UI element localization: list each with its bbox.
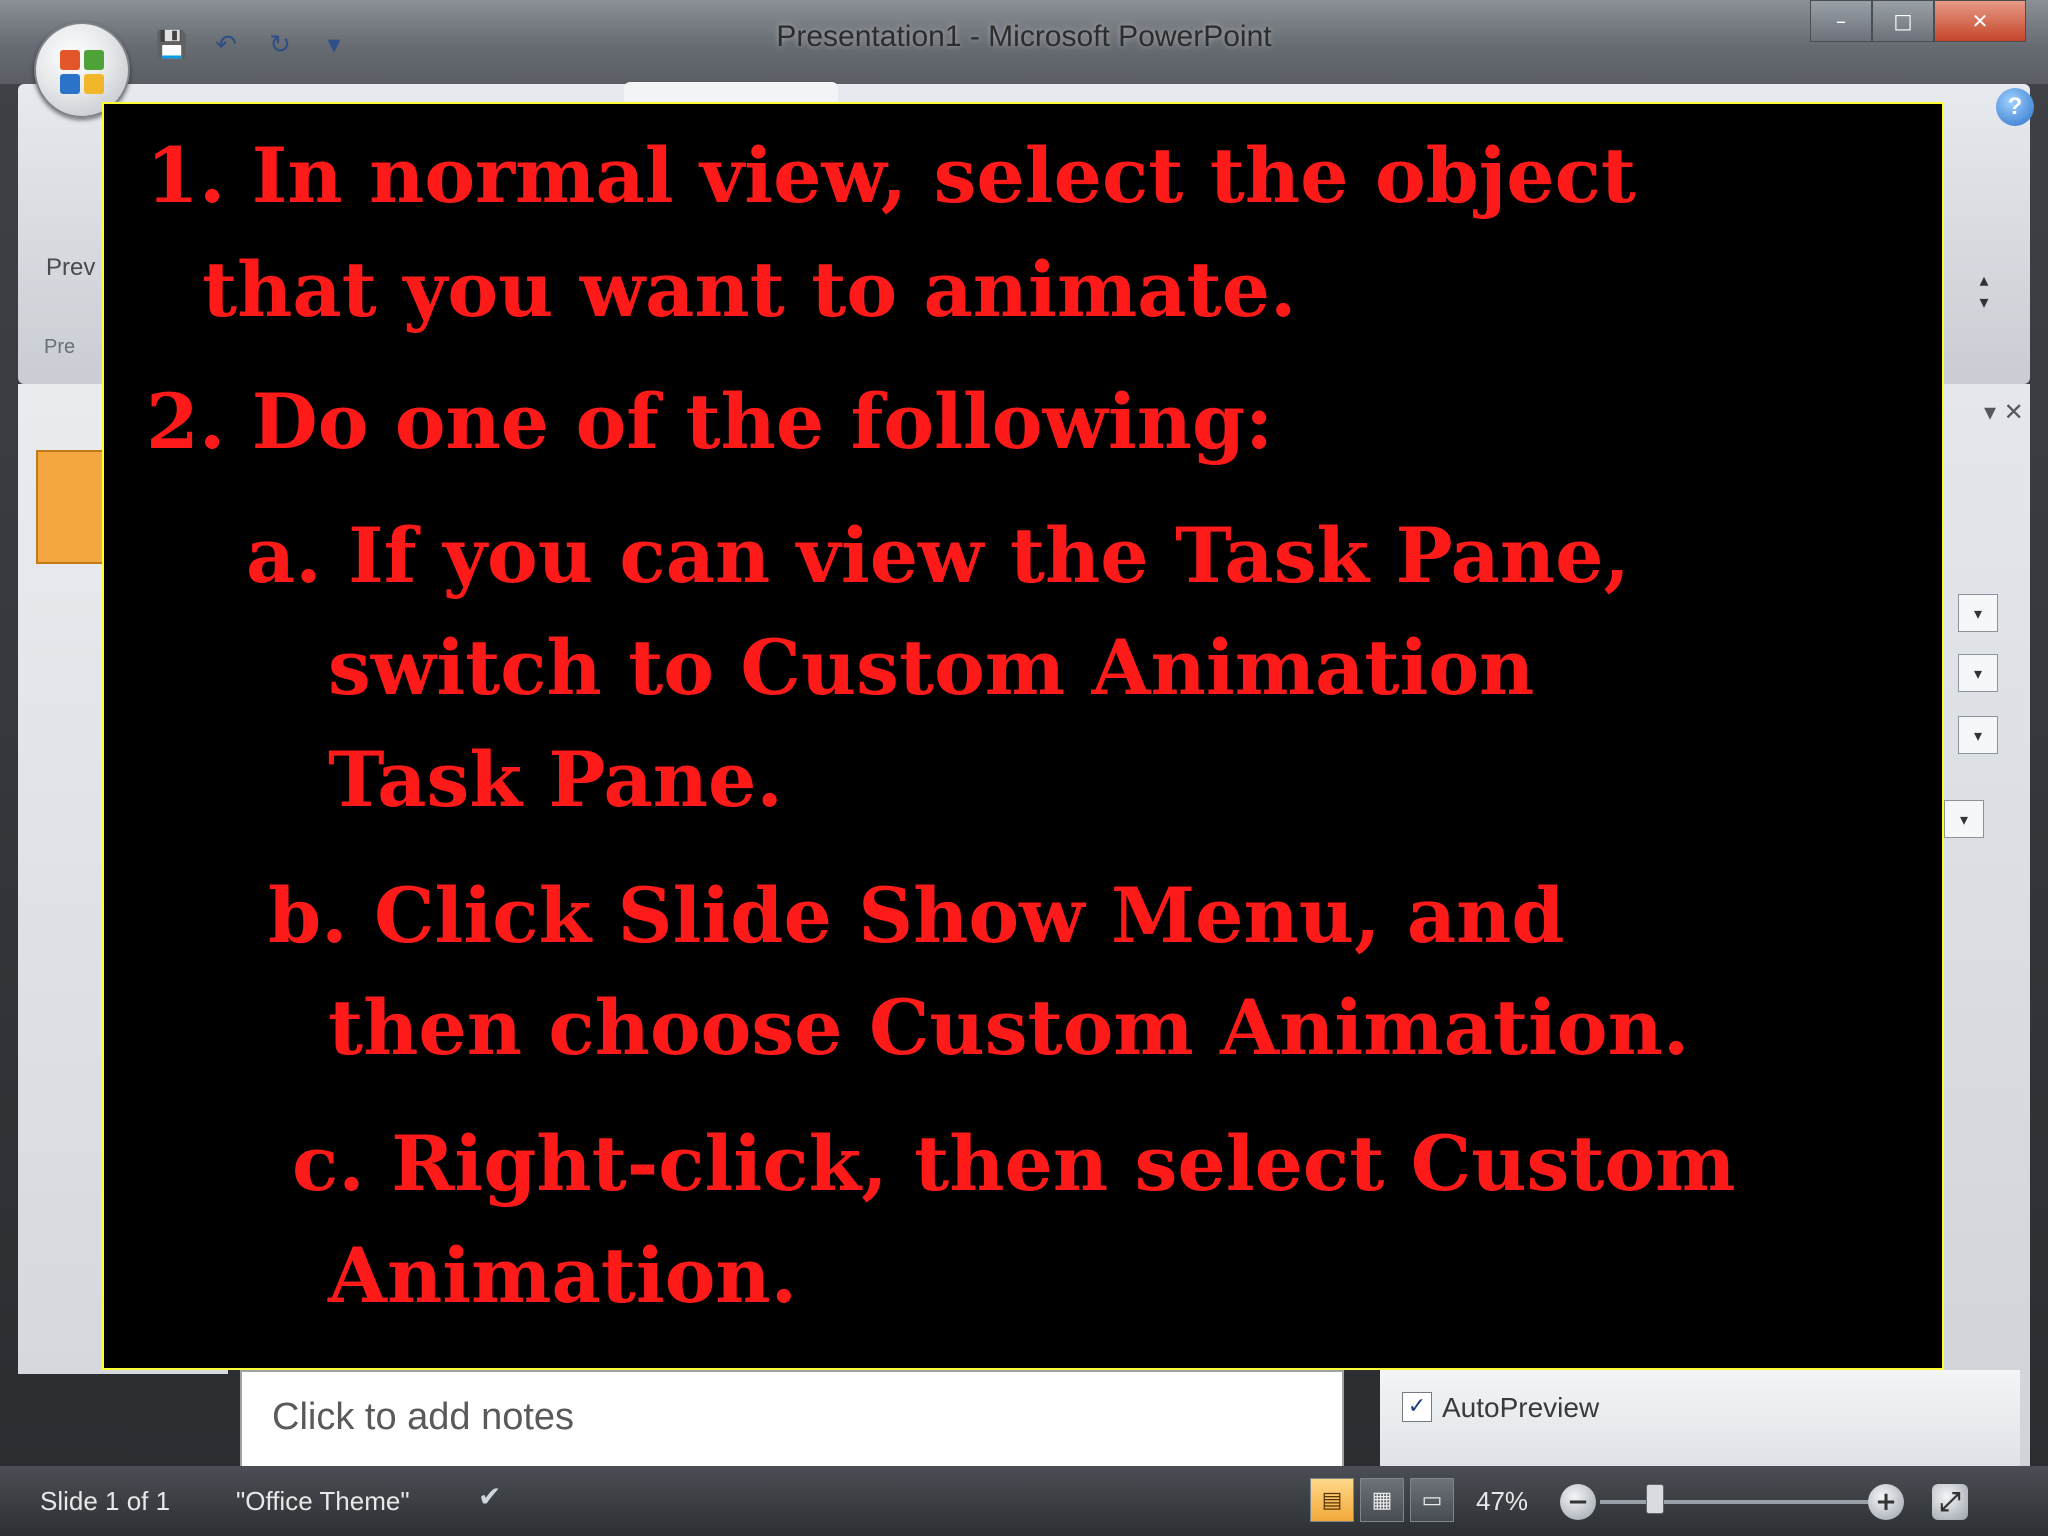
autopreview-label: AutoPreview (1442, 1392, 1600, 1423)
save-icon[interactable]: 💾 (152, 25, 192, 65)
step-2a-line-3: Task Pane. (328, 735, 783, 824)
redo-icon[interactable]: ↻ (260, 25, 300, 65)
pane-close-icon[interactable]: ▾ ✕ (1984, 398, 2024, 426)
speed-dropdown[interactable]: ▾ (1958, 716, 1998, 754)
step-2c-line-1: c. Right-click, then select Custom (292, 1119, 1736, 1208)
preview-button[interactable]: Prev (46, 254, 95, 282)
zoom-level[interactable]: 47% (1476, 1486, 1528, 1517)
step-2b-line-2: then choose Custom Animation. (328, 983, 1690, 1072)
zoom-slider-track[interactable] (1600, 1500, 1900, 1504)
normal-view-button[interactable]: ▤ (1310, 1478, 1354, 1522)
zoom-in-button[interactable]: + (1868, 1484, 1904, 1520)
notes-pane[interactable]: Click to add notes (240, 1370, 1344, 1470)
slide-thumbnail[interactable] (36, 450, 110, 564)
window-controls: – □ ✕ (1810, 0, 2026, 42)
property-dropdown[interactable]: ▾ (1958, 654, 1998, 692)
step-1-line-1: 1. In normal view, select the object (146, 131, 1637, 220)
slide-sorter-button[interactable]: ▦ (1360, 1478, 1404, 1522)
step-2-line: 2. Do one of the following: (146, 377, 1274, 466)
step-2b-line-1: b. Click Slide Show Menu, and (268, 871, 1565, 960)
fit-to-window-icon[interactable]: ⤢ (1932, 1484, 1968, 1520)
maximize-button[interactable]: □ (1872, 0, 1934, 42)
quick-access-toolbar: 💾 ↶ ↻ ▾ (152, 20, 354, 70)
theme-name[interactable]: "Office Theme" (236, 1486, 410, 1517)
title-bar: Presentation1 - Microsoft PowerPoint 💾 ↶… (0, 0, 2048, 84)
slide-show-button[interactable]: ▭ (1410, 1478, 1454, 1522)
ribbon-group-label: Pre (44, 336, 76, 358)
step-1-line-2: that you want to animate. (202, 245, 1297, 334)
custom-animation-pane (1940, 384, 2030, 1484)
step-2a-line-1: a. If you can view the Task Pane, (246, 511, 1630, 600)
start-dropdown[interactable]: ▾ (1958, 594, 1998, 632)
customize-icon[interactable]: ▾ (314, 25, 354, 65)
slide-counter: Slide 1 of 1 (40, 1486, 171, 1516)
help-icon[interactable]: ? (1996, 88, 2034, 126)
step-2a-line-2: switch to Custom Animation (328, 623, 1535, 712)
spell-check-icon[interactable]: ✔ (478, 1480, 501, 1513)
minimize-button[interactable]: – (1810, 0, 1872, 42)
notes-placeholder: Click to add notes (272, 1396, 575, 1438)
autopreview-area: ✓ AutoPreview (1380, 1370, 2020, 1466)
zoom-out-button[interactable]: − (1560, 1484, 1596, 1520)
close-button[interactable]: ✕ (1934, 0, 2026, 42)
autopreview-checkbox[interactable]: ✓ (1402, 1392, 1432, 1422)
zoom-slider-thumb[interactable] (1646, 1484, 1664, 1514)
undo-icon[interactable]: ↶ (206, 25, 246, 65)
slide-canvas[interactable]: 1. In normal view, select the object tha… (102, 102, 1944, 1370)
step-2c-line-2: Animation. (328, 1231, 798, 1320)
effect-dropdown[interactable]: ▾ (1944, 800, 1984, 838)
spinner-icon[interactable]: ▴ ▾ (1970, 270, 1998, 318)
